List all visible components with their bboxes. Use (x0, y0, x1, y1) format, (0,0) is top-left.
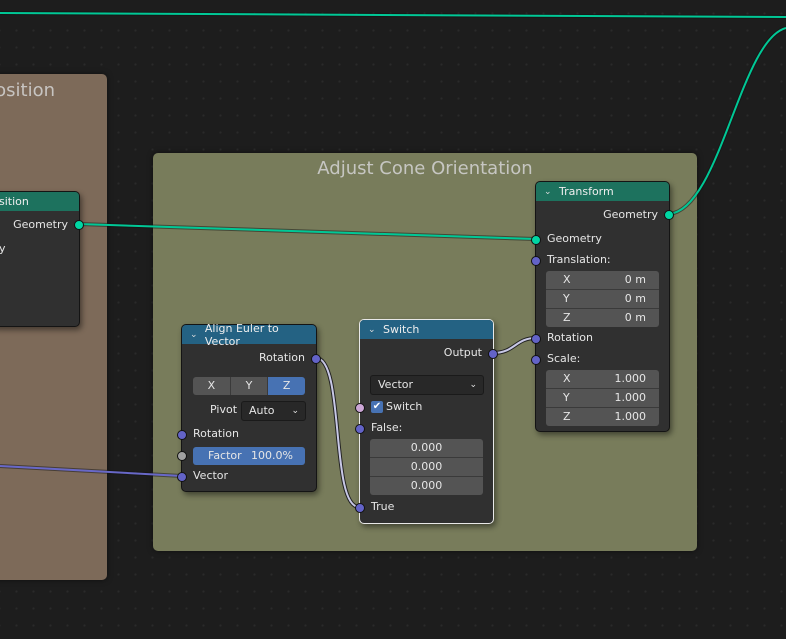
link-transform-out[interactable] (668, 26, 786, 216)
output-geometry-label: Geometry (13, 218, 68, 231)
input-rotation-label: Rotation (193, 427, 240, 440)
input-false-socket[interactable] (355, 424, 365, 434)
axis-label: Z (563, 410, 571, 423)
scale-field: X 1.000 Y 1.000 Z 1.000 (546, 370, 659, 426)
input-factor-socket[interactable] (177, 451, 187, 461)
translation-field: X 0 m Y 0 m Z 0 m (546, 271, 659, 327)
input-scale-socket[interactable] (531, 355, 541, 365)
scale-y-field[interactable]: Y 1.000 (546, 389, 659, 408)
axis-x-button[interactable]: X (193, 377, 231, 395)
node-set-position[interactable]: sition Geometry y (0, 191, 84, 327)
collapse-chevron-icon[interactable]: ⌄ (190, 330, 200, 340)
axis-label: Y (563, 391, 570, 404)
chevron-down-icon: ⌄ (291, 406, 299, 416)
node-header[interactable]: ⌄ Switch (360, 320, 493, 339)
true-label: True (371, 500, 395, 513)
input-label: y (0, 242, 6, 255)
switch-label: Switch (386, 400, 423, 413)
node-header[interactable]: ⌄ Transform (536, 182, 669, 201)
axis-value: 1.000 (614, 391, 647, 404)
pivot-value: Auto (249, 404, 275, 417)
scale-z-field[interactable]: Z 1.000 (546, 408, 659, 426)
input-geometry-socket[interactable] (531, 235, 541, 245)
factor-label: Factor (208, 449, 242, 462)
node-title: Switch (383, 323, 420, 336)
factor-value: 100.0% (251, 449, 293, 462)
input-geometry-label: Geometry (547, 232, 602, 245)
axis-y-button[interactable]: Y (230, 377, 269, 395)
axis-value: 1.000 (614, 410, 647, 423)
axis-value: 1.000 (614, 372, 647, 385)
node-align-euler-to-vector[interactable]: ⌄ Align Euler to Vector Rotation X Y Z P… (177, 322, 321, 492)
output-geometry-label: Geometry (603, 208, 658, 221)
pivot-dropdown[interactable]: Auto ⌄ (241, 401, 306, 421)
input-rotation-socket[interactable] (177, 430, 187, 440)
type-value: Vector (378, 378, 414, 391)
node-title: sition (0, 195, 29, 208)
node-header[interactable]: ⌄ Align Euler to Vector (182, 322, 316, 348)
collapse-chevron-icon[interactable]: ⌄ (368, 325, 378, 335)
factor-slider[interactable]: Factor 100.0% (193, 447, 305, 465)
output-label: Output (443, 346, 482, 359)
node-transform[interactable]: ⌄ Transform Geometry Geometry Translatio… (531, 181, 674, 432)
axis-z-button[interactable]: Z (268, 377, 305, 395)
link-rotation-to-true[interactable] (315, 357, 360, 508)
input-scale-label: Scale: (547, 352, 581, 365)
axis-value: 0 m (624, 311, 646, 324)
axis-toggle: X Y Z (193, 377, 305, 395)
false-vector-field: 0.000 0.000 0.000 (370, 439, 483, 495)
node-switch[interactable]: ⌄ Switch Output Vector ⌄ ✔ Switch False:… (355, 319, 498, 524)
node-title: Transform (559, 185, 614, 198)
false-label: False: (371, 421, 403, 434)
axis-label: X (563, 273, 571, 286)
false-x-field[interactable]: 0.000 (370, 439, 483, 458)
input-vector-socket[interactable] (177, 472, 187, 482)
input-vector-label: Vector (193, 469, 229, 482)
output-geometry-socket[interactable] (664, 210, 674, 220)
input-rotation-label: Rotation (547, 331, 594, 344)
link-vector[interactable] (0, 465, 183, 477)
input-true-socket[interactable] (355, 503, 365, 513)
output-rotation-socket[interactable] (311, 354, 321, 364)
translation-x-field[interactable]: X 0 m (546, 271, 659, 290)
false-y-field[interactable]: 0.000 (370, 458, 483, 477)
output-geometry-socket[interactable] (74, 220, 84, 230)
input-rotation-socket[interactable] (531, 334, 541, 344)
link-geometry[interactable] (78, 223, 537, 240)
scale-x-field[interactable]: X 1.000 (546, 370, 659, 389)
node-title: Align Euler to Vector (204, 321, 279, 348)
pivot-label: Pivot (210, 403, 238, 416)
axis-label: Y (563, 292, 570, 305)
translation-z-field[interactable]: Z 0 m (546, 309, 659, 327)
link-transform-out-line[interactable] (668, 27, 786, 215)
axis-value: 0 m (624, 273, 646, 286)
input-translation-label: Translation: (547, 253, 611, 266)
node-header[interactable]: sition (0, 192, 79, 211)
chevron-down-icon: ⌄ (469, 380, 477, 390)
axis-value: 0 m (624, 292, 646, 305)
collapse-chevron-icon[interactable]: ⌄ (544, 187, 554, 197)
type-dropdown[interactable]: Vector ⌄ (370, 375, 484, 395)
false-z-field[interactable]: 0.000 (370, 477, 483, 495)
axis-label: X (563, 372, 571, 385)
output-rotation-label: Rotation (258, 351, 305, 364)
translation-y-field[interactable]: Y 0 m (546, 290, 659, 309)
input-translation-socket[interactable] (531, 256, 541, 266)
output-socket[interactable] (488, 349, 498, 359)
axis-label: Z (563, 311, 571, 324)
